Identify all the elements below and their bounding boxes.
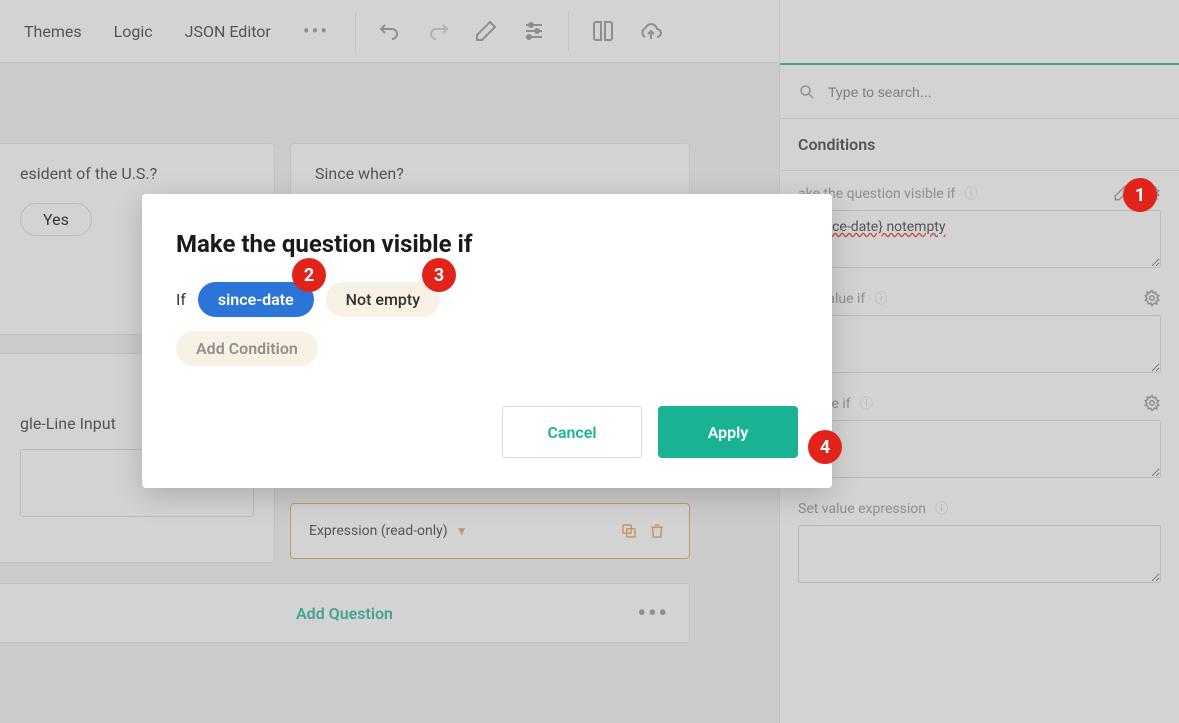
dialog-buttons: Cancel Apply [176, 406, 798, 458]
field-chip[interactable]: since-date [198, 282, 314, 317]
app-root: Themes Logic JSON Editor ••• calculation [0, 0, 1179, 723]
operator-chip[interactable]: Not empty [326, 282, 440, 317]
dialog-title: Make the question visible if [176, 230, 798, 258]
condition-row: If since-date Not empty [176, 282, 798, 317]
add-condition-row: Add Condition [176, 331, 798, 366]
if-label: If [176, 290, 186, 309]
apply-button[interactable]: Apply [658, 406, 798, 458]
condition-dialog: Make the question visible if If since-da… [142, 194, 832, 488]
cancel-button[interactable]: Cancel [502, 406, 642, 458]
add-condition-button[interactable]: Add Condition [176, 331, 318, 366]
